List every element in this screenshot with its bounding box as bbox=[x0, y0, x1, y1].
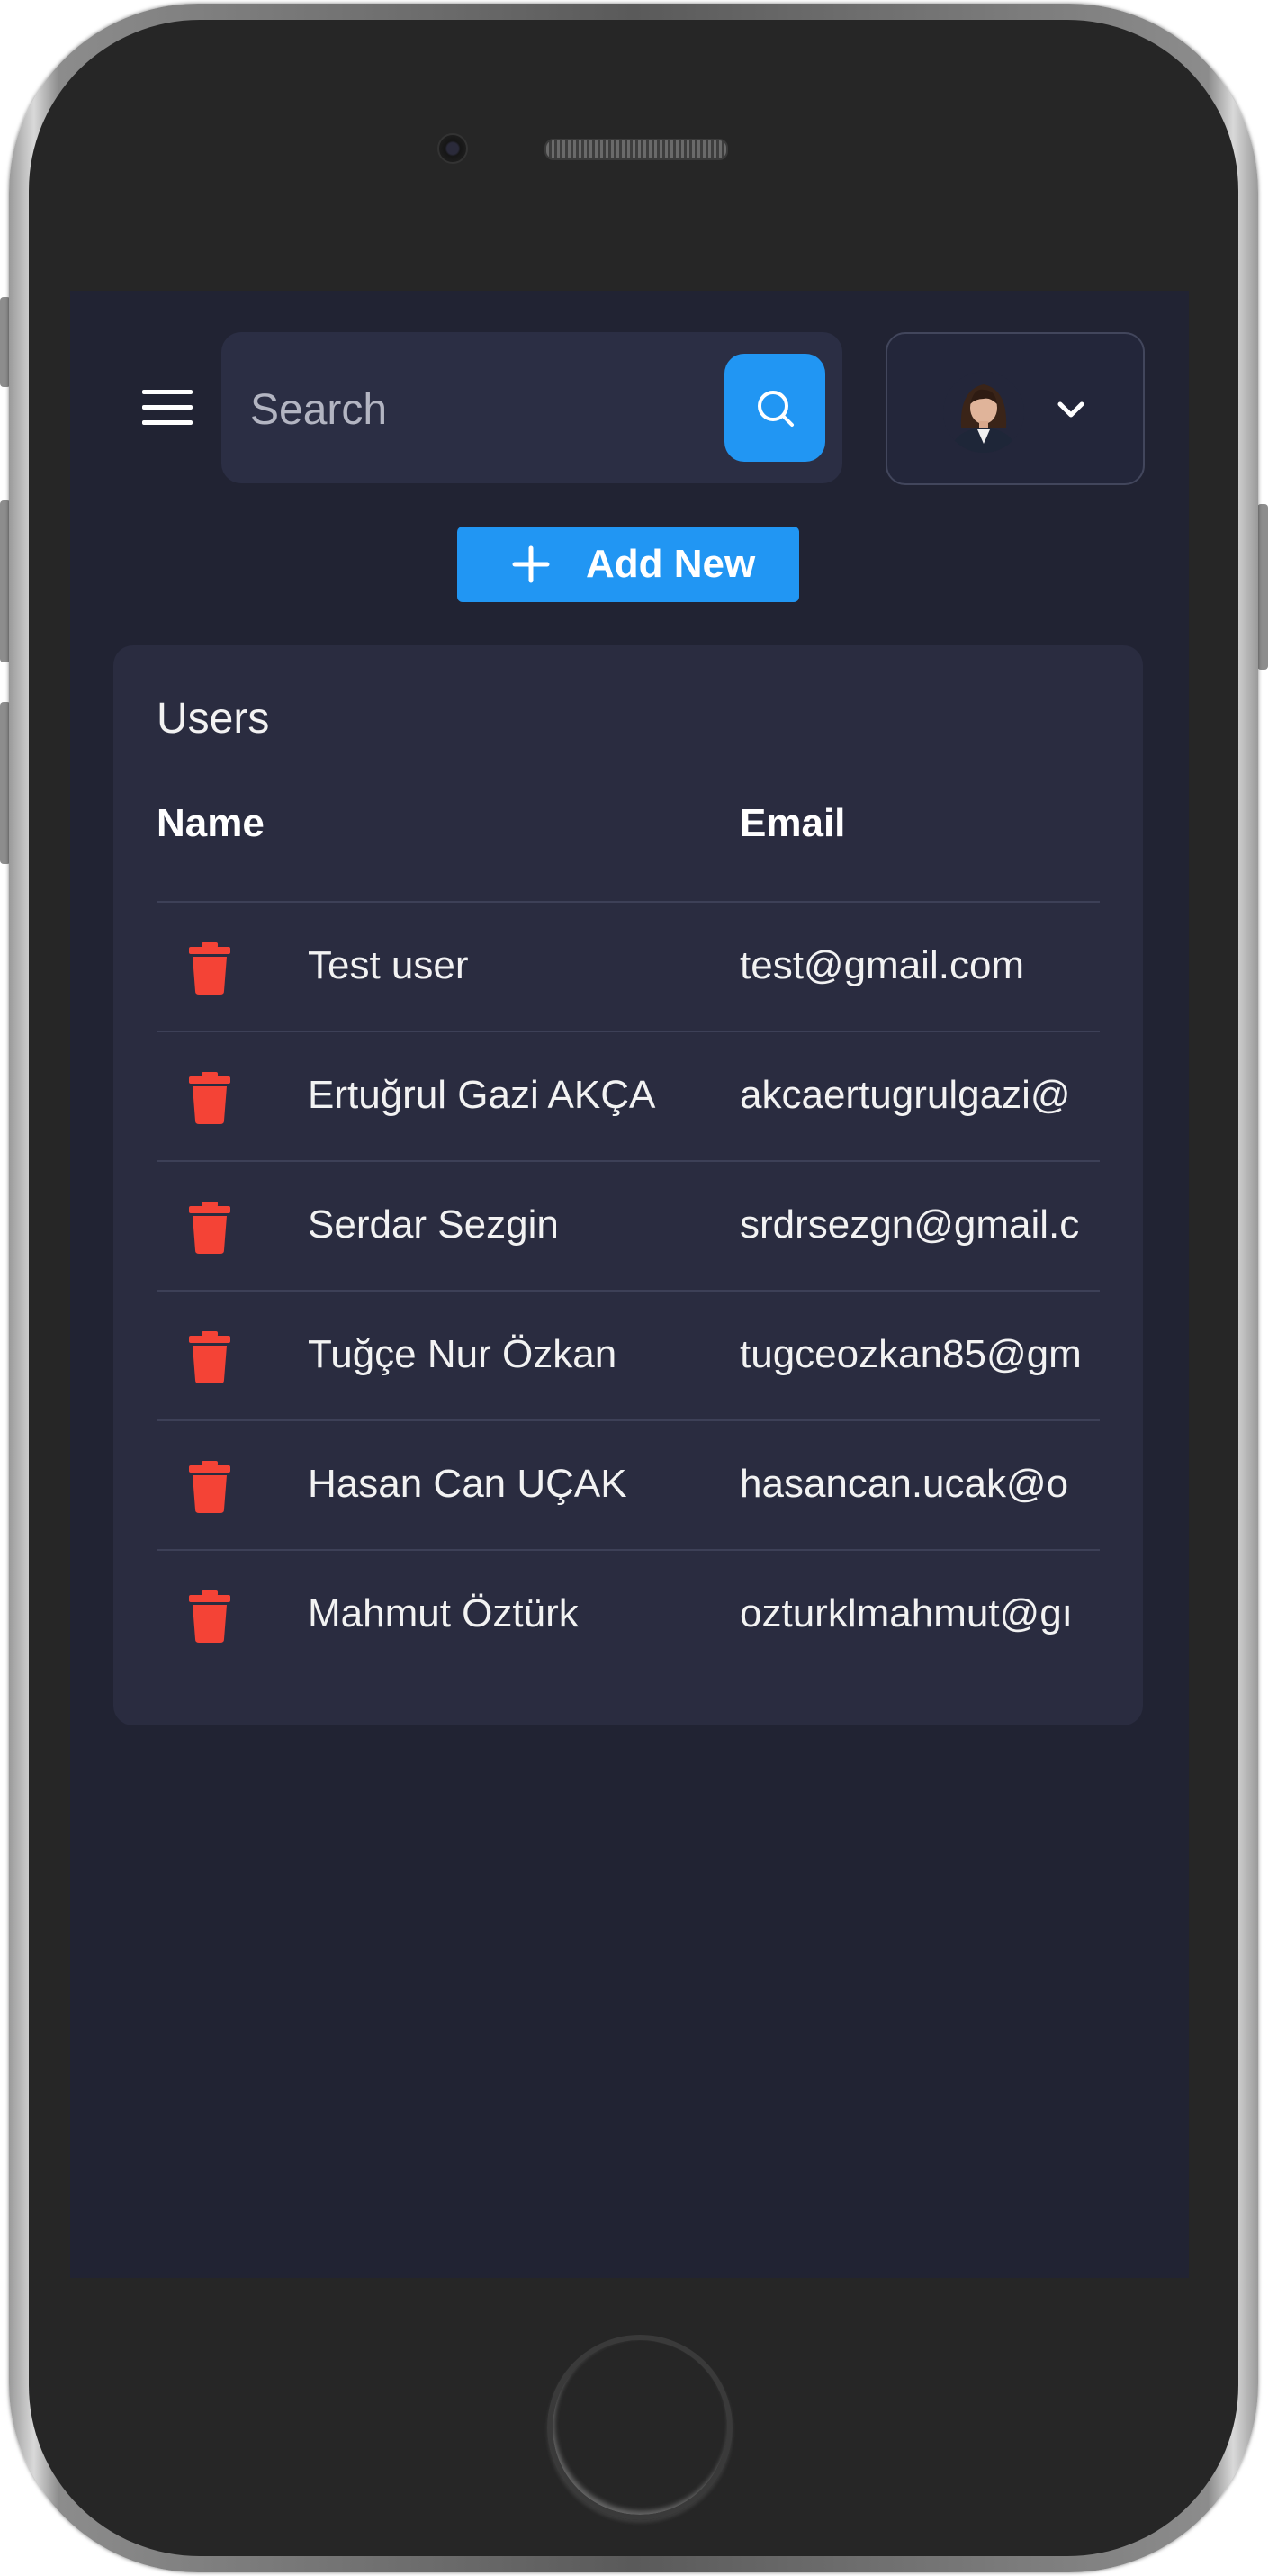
phone-frame: Add New Users Name Email Test user test@… bbox=[0, 0, 1268, 2576]
table-row: Tuğçe Nur Özkan tugceozkan85@gm bbox=[157, 1290, 1100, 1421]
search-bar bbox=[221, 332, 842, 483]
earpiece-speaker bbox=[544, 139, 728, 160]
table-row: Test user test@gmail.com bbox=[157, 901, 1100, 1032]
column-header-email: Email bbox=[740, 801, 846, 845]
add-new-label: Add New bbox=[586, 542, 756, 586]
chevron-down-icon bbox=[1057, 401, 1084, 418]
search-button[interactable] bbox=[724, 354, 825, 462]
profile-menu-button[interactable] bbox=[886, 332, 1145, 485]
trash-icon[interactable] bbox=[189, 1331, 230, 1383]
user-name: Hasan Can UÇAK bbox=[308, 1462, 627, 1506]
table-row: Ertuğrul Gazi AKÇA akcaertugrulgazi@ bbox=[157, 1031, 1100, 1162]
table-row: Serdar Sezgin srdrsezgn@gmail.c bbox=[157, 1160, 1100, 1292]
trash-icon[interactable] bbox=[189, 1590, 230, 1643]
trash-icon[interactable] bbox=[189, 942, 230, 995]
search-icon bbox=[758, 391, 794, 427]
user-email: test@gmail.com bbox=[740, 943, 1025, 987]
avatar bbox=[943, 372, 1024, 453]
user-email: hasancan.ucak@o bbox=[740, 1462, 1069, 1506]
user-email: akcaertugrulgazi@ bbox=[740, 1073, 1071, 1117]
home-button[interactable] bbox=[547, 2335, 733, 2520]
power-button bbox=[1257, 504, 1268, 670]
hamburger-icon[interactable] bbox=[142, 390, 193, 426]
user-name: Test user bbox=[308, 943, 469, 987]
plus-icon bbox=[512, 545, 550, 583]
app-screen: Add New Users Name Email Test user test@… bbox=[70, 291, 1189, 2278]
table-row: Mahmut Öztürk ozturklmahmut@gı bbox=[157, 1549, 1100, 1680]
user-name: Serdar Sezgin bbox=[308, 1202, 559, 1247]
trash-icon[interactable] bbox=[189, 1202, 230, 1254]
users-card: Users Name Email Test user test@gmail.co… bbox=[113, 645, 1143, 1725]
user-name: Mahmut Öztürk bbox=[308, 1591, 579, 1635]
trash-icon[interactable] bbox=[189, 1072, 230, 1124]
table-row: Hasan Can UÇAK hasancan.ucak@o bbox=[157, 1419, 1100, 1551]
users-table: Name Email Test user test@gmail.com Ertu… bbox=[157, 645, 1100, 1725]
front-camera bbox=[437, 133, 468, 164]
add-new-button[interactable]: Add New bbox=[457, 527, 799, 602]
user-email: srdrsezgn@gmail.c bbox=[740, 1202, 1080, 1247]
user-email: tugceozkan85@gm bbox=[740, 1332, 1082, 1376]
search-input[interactable] bbox=[248, 368, 702, 451]
user-name: Ertuğrul Gazi AKÇA bbox=[308, 1073, 656, 1117]
user-name: Tuğçe Nur Özkan bbox=[308, 1332, 617, 1376]
user-email: ozturklmahmut@gı bbox=[740, 1591, 1073, 1635]
column-header-name: Name bbox=[157, 801, 265, 845]
trash-icon[interactable] bbox=[189, 1461, 230, 1513]
top-bar bbox=[70, 291, 1189, 489]
